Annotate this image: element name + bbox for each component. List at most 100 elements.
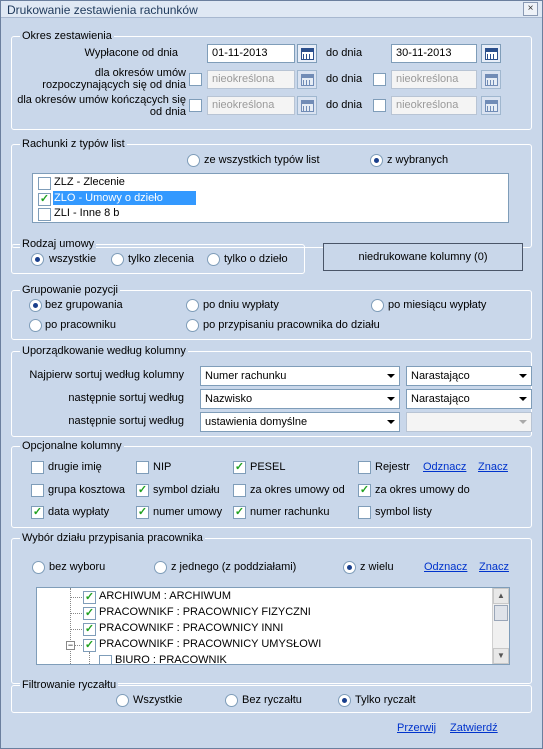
calendar-icon xyxy=(301,48,314,60)
dzial-tree[interactable]: ✓ ARCHIWUM : ARCHIWUM ✓ PRACOWNIKF : PRA… xyxy=(36,587,510,665)
col-rejestr-checkbox[interactable] xyxy=(358,461,371,474)
tree-scrollbar[interactable]: ▲ ▼ xyxy=(492,588,509,664)
row2-to-label: do dnia xyxy=(326,73,363,85)
tree-checkbox[interactable]: ✓ xyxy=(83,591,96,604)
start-from-checkbox[interactable] xyxy=(189,73,202,86)
col-okres-do-checkbox[interactable]: ✓ xyxy=(358,484,371,497)
row1-label: Wypłacone od dnia xyxy=(84,47,178,59)
tree-checkbox[interactable]: ✓ xyxy=(83,607,96,620)
kolumny-odznacz-link[interactable]: Odznacz xyxy=(423,461,466,473)
start-to-input[interactable]: nieokreślona xyxy=(391,70,477,89)
calendar-button[interactable] xyxy=(481,44,501,63)
ryczalt-radio-wszystkie[interactable] xyxy=(116,694,129,707)
dzial-odznacz-link[interactable]: Odznacz xyxy=(424,561,467,573)
expander-icon[interactable]: − xyxy=(66,641,75,650)
calendar-icon xyxy=(485,48,498,60)
grup-radio-bez[interactable] xyxy=(29,299,42,312)
ryczalt-radio-bez[interactable] xyxy=(225,694,238,707)
typy-list[interactable]: ZLZ - Zlecenie ✓ ZLO - Umowy o dzieło ZL… xyxy=(32,173,509,223)
tree-checkbox[interactable]: ✓ xyxy=(83,623,96,636)
calendar-button[interactable] xyxy=(297,70,317,89)
calendar-button[interactable] xyxy=(297,96,317,115)
scroll-up-icon[interactable]: ▲ xyxy=(493,588,509,604)
grup-radio-dzien[interactable] xyxy=(186,299,199,312)
typ-checkbox-zli[interactable] xyxy=(38,208,51,221)
typy-selected-radio[interactable] xyxy=(370,154,383,167)
typy-selected-label: z wybranych xyxy=(387,154,449,166)
rodzaj-radio-zlecenia[interactable] xyxy=(111,253,124,266)
typy-all-radio[interactable] xyxy=(187,154,200,167)
grup-radio-pracownik[interactable] xyxy=(29,319,42,332)
niedrukowane-button[interactable]: niedrukowane kolumny (0) xyxy=(323,243,523,271)
col-symbol-listy-checkbox[interactable] xyxy=(358,506,371,519)
dzial-radio-wiele[interactable] xyxy=(343,561,356,574)
sort-order-2-select[interactable]: Narastająco xyxy=(406,389,532,409)
tree-item[interactable]: PRACOWNIKF : PRACOWNICY UMYSŁOWI xyxy=(99,638,321,650)
rodzaj-radio-dzielo[interactable] xyxy=(207,253,220,266)
tree-checkbox[interactable] xyxy=(99,655,112,664)
list-item[interactable]: ZLI - Inne 8 b xyxy=(54,207,119,219)
paid-from-input[interactable]: 01-11-2013 xyxy=(207,44,295,63)
calendar-button[interactable] xyxy=(297,44,317,63)
scroll-down-icon[interactable]: ▼ xyxy=(493,648,509,664)
zatwierdz-link[interactable]: Zatwierdź xyxy=(450,722,498,734)
row1-to-label: do dnia xyxy=(326,47,363,59)
col-nip-checkbox[interactable] xyxy=(136,461,149,474)
close-button[interactable]: × xyxy=(523,2,538,16)
col-numer-rachunku-checkbox[interactable]: ✓ xyxy=(233,506,246,519)
tree-item[interactable]: PRACOWNIKF : PRACOWNICY FIZYCZNI xyxy=(99,606,311,618)
tree-line xyxy=(70,613,82,614)
list-item-selected[interactable]: ZLO - Umowy o dzieło xyxy=(53,191,196,205)
col-numer-rachunku-label: numer rachunku xyxy=(250,506,330,518)
ryczalt-legend: Filtrowanie ryczałtu xyxy=(20,679,119,691)
col-numer-umowy-checkbox[interactable]: ✓ xyxy=(136,506,149,519)
col-okres-od-checkbox[interactable] xyxy=(233,484,246,497)
grup-radio-dzial[interactable] xyxy=(186,319,199,332)
calendar-button[interactable] xyxy=(481,70,501,89)
dzial-zaznacz-link[interactable]: Znacz xyxy=(479,561,509,573)
kolumny-zaznacz-link[interactable]: Znacz xyxy=(478,461,508,473)
col-grupa-checkbox[interactable] xyxy=(31,484,44,497)
col-okres-od-label: za okres umowy od xyxy=(250,484,345,496)
rodzaj-radio-all[interactable] xyxy=(31,253,44,266)
end-from-input[interactable]: nieokreślona xyxy=(207,96,295,115)
dzial-radio-jeden[interactable] xyxy=(154,561,167,574)
end-to-checkbox[interactable] xyxy=(373,99,386,112)
list-item[interactable]: ZLZ - Zlecenie xyxy=(54,176,125,188)
grup-label-miesiac: po miesiącu wypłaty xyxy=(388,299,487,311)
chevron-down-icon xyxy=(387,420,395,424)
sort-column-1-select[interactable]: Numer rachunku xyxy=(200,366,400,386)
przerwij-link[interactable]: Przerwij xyxy=(397,722,436,734)
grup-radio-miesiac[interactable] xyxy=(371,299,384,312)
col-pesel-checkbox[interactable]: ✓ xyxy=(233,461,246,474)
col-data-wyplaty-checkbox[interactable]: ✓ xyxy=(31,506,44,519)
end-from-checkbox[interactable] xyxy=(189,99,202,112)
dzial-radio-bez[interactable] xyxy=(32,561,45,574)
col-symbol-listy-label: symbol listy xyxy=(375,506,432,518)
rodzaj-label-all: wszystkie xyxy=(49,253,97,265)
tree-item[interactable]: BIURO : PRACOWNIK xyxy=(115,654,227,664)
typ-checkbox-zlo[interactable]: ✓ xyxy=(38,193,51,206)
end-to-input[interactable]: nieokreślona xyxy=(391,96,477,115)
tree-line xyxy=(89,652,90,664)
col-symbol-dzialu-checkbox[interactable]: ✓ xyxy=(136,484,149,497)
tree-item[interactable]: PRACOWNIKF : PRACOWNICY INNI xyxy=(99,622,283,634)
sort-order-3-select[interactable] xyxy=(406,412,532,432)
chevron-down-icon xyxy=(519,420,527,424)
typ-checkbox-zlz[interactable] xyxy=(38,177,51,190)
start-to-checkbox[interactable] xyxy=(373,73,386,86)
ryczalt-radio-tylko[interactable] xyxy=(338,694,351,707)
sort-column-1-value: Numer rachunku xyxy=(205,370,287,382)
sort-column-2-select[interactable]: Nazwisko xyxy=(200,389,400,409)
tree-checkbox[interactable]: ✓ xyxy=(83,639,96,652)
paid-to-input[interactable]: 30-11-2013 xyxy=(391,44,477,63)
tree-item[interactable]: ARCHIWUM : ARCHIWUM xyxy=(99,590,231,602)
sort-column-3-select[interactable]: ustawienia domyślne xyxy=(200,412,400,432)
col-drugie-imie-checkbox[interactable] xyxy=(31,461,44,474)
start-from-input[interactable]: nieokreślona xyxy=(207,70,295,89)
scroll-thumb[interactable] xyxy=(494,605,508,621)
calendar-button[interactable] xyxy=(481,96,501,115)
sort-order-1-select[interactable]: Narastająco xyxy=(406,366,532,386)
col-data-wyplaty-label: data wypłaty xyxy=(48,506,110,518)
dzial-label-jeden: z jednego (z poddziałami) xyxy=(171,561,297,573)
